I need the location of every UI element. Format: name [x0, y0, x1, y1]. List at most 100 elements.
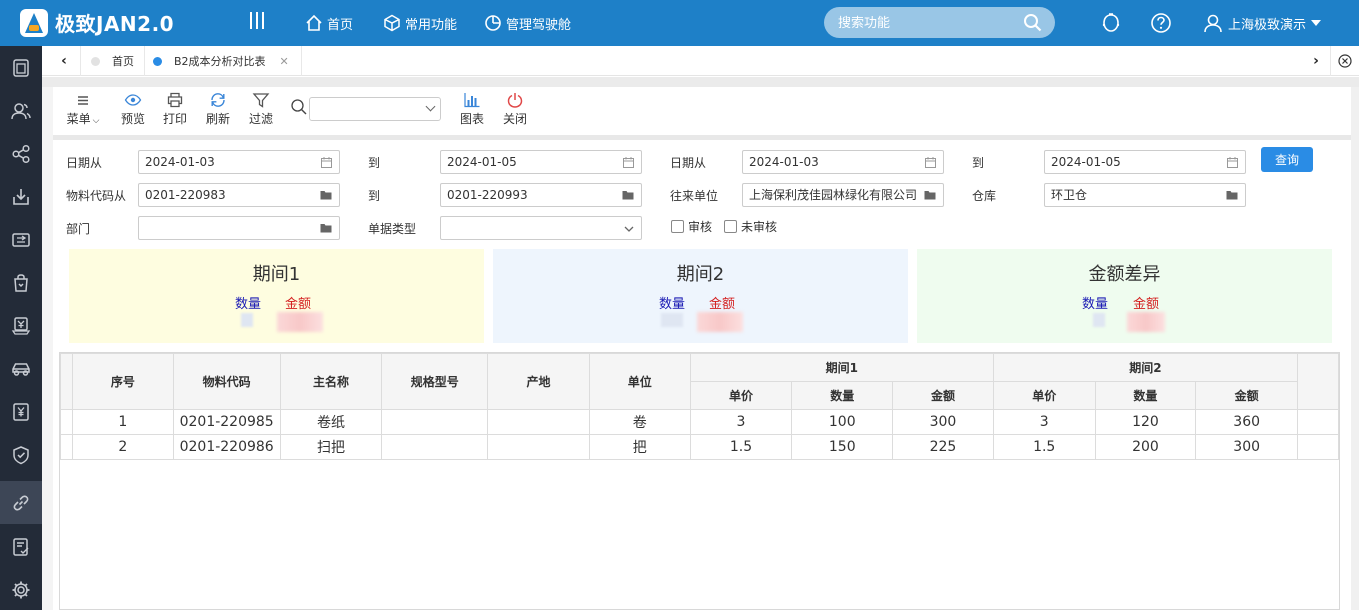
- search-box: [824, 7, 1055, 38]
- summary-card-period2: 期间2 数量 金额: [493, 249, 908, 343]
- tab-scroll-right-icon[interactable]: ›: [1300, 46, 1332, 76]
- unaudited-checkbox[interactable]: 未审核: [724, 218, 777, 235]
- bell-icon[interactable]: [1100, 12, 1122, 34]
- card-amount-label: 金额: [709, 297, 736, 312]
- sidebar: [0, 46, 42, 610]
- sidebar-item-security[interactable]: [0, 433, 42, 476]
- cell-code: 0201-220985: [172, 409, 281, 435]
- preview-button[interactable]: 预览: [115, 92, 151, 130]
- sidebar-item-settings[interactable]: [0, 568, 42, 610]
- app-logo[interactable]: 极致JAN2.0: [20, 8, 174, 37]
- summary-card-period1: 期间1 数量 金额: [69, 249, 484, 343]
- eye-icon: [124, 94, 142, 106]
- date-to-field-1[interactable]: 2024-01-05: [440, 150, 642, 174]
- tab-home[interactable]: 首页: [80, 46, 145, 76]
- table-row[interactable]: 2 0201-220986 扫把 把 1.5 150 225 1.5 200 3…: [60, 434, 1339, 460]
- close-tab-icon[interactable]: ✕: [280, 55, 289, 68]
- col-header-p1-amount[interactable]: 金额: [892, 381, 994, 410]
- sidebar-item-approval[interactable]: [0, 525, 42, 568]
- material-to-label: 到: [368, 189, 381, 203]
- col-header-p1-qty[interactable]: 数量: [791, 381, 894, 410]
- card-title: 期间2: [676, 264, 725, 285]
- material-to-field[interactable]: 0201-220993: [440, 183, 642, 207]
- date-to-field-2[interactable]: 2024-01-05: [1044, 150, 1246, 174]
- sidebar-item-purchase[interactable]: [0, 261, 42, 304]
- col-group-period2: 期间2: [992, 353, 1299, 382]
- row-handle-header: [60, 353, 73, 410]
- cell-p1-amount: 300: [892, 409, 994, 435]
- sidebar-item-share[interactable]: [0, 132, 42, 175]
- filter-button[interactable]: 过滤: [243, 92, 279, 130]
- sidebar-item-inbound[interactable]: [0, 175, 42, 218]
- query-button[interactable]: 查询: [1261, 147, 1313, 172]
- sidebar-item-accounting[interactable]: [0, 390, 42, 433]
- user-menu[interactable]: 上海极致演示: [1203, 13, 1322, 33]
- nav-common-functions[interactable]: 常用功能: [383, 13, 457, 33]
- card-qty-value-redacted: [1093, 313, 1105, 327]
- col-header-p2-price[interactable]: 单价: [992, 381, 1096, 410]
- close-button[interactable]: 关闭: [497, 92, 533, 130]
- folder-icon[interactable]: [924, 190, 936, 200]
- sidebar-item-users[interactable]: [0, 89, 42, 132]
- sidebar-item-vehicle[interactable]: [0, 347, 42, 390]
- col-header-code[interactable]: 物料代码: [172, 353, 281, 410]
- scrollbar-vertical[interactable]: [1351, 87, 1359, 610]
- col-header-name[interactable]: 主名称: [279, 353, 383, 410]
- tab-cost-analysis-label: B2成本分析对比表: [174, 55, 266, 68]
- date-from-value-2: 2024-01-03: [749, 155, 819, 169]
- sidebar-item-link[interactable]: [0, 481, 42, 524]
- col-header-p2-amount[interactable]: 金额: [1195, 381, 1299, 410]
- print-button[interactable]: 打印: [157, 92, 193, 130]
- table-row[interactable]: 1 0201-220985 卷纸 卷 3 100 300 3 120 360: [60, 409, 1339, 435]
- folder-icon[interactable]: [1226, 190, 1238, 200]
- help-icon[interactable]: [1150, 12, 1172, 34]
- tab-scroll-left-icon[interactable]: ‹: [48, 46, 80, 76]
- bar-chart-icon: [464, 93, 480, 108]
- warehouse-field[interactable]: 环卫仓: [1044, 183, 1246, 207]
- dept-field[interactable]: [138, 216, 340, 240]
- print-label: 打印: [162, 112, 187, 126]
- refresh-button[interactable]: 刷新: [200, 92, 236, 130]
- material-to-value: 0201-220993: [447, 188, 528, 202]
- search-icon[interactable]: [1023, 13, 1042, 32]
- tab-cost-analysis[interactable]: B2成本分析对比表 ✕: [143, 46, 302, 76]
- col-header-spec[interactable]: 规格型号: [381, 353, 489, 410]
- col-header-seq[interactable]: 序号: [71, 353, 174, 410]
- audited-checkbox[interactable]: 审核: [671, 218, 712, 235]
- folder-icon[interactable]: [622, 190, 634, 200]
- quick-search-select[interactable]: [309, 97, 441, 121]
- date-from-field-1[interactable]: 2024-01-03: [138, 150, 340, 174]
- toolbar: 菜单 ⌵ 预览 打印 刷新 过滤 图表 关闭: [53, 87, 1351, 135]
- cell-code: 0201-220986: [172, 434, 281, 460]
- col-header-more: [1297, 353, 1339, 410]
- nav-cockpit[interactable]: 管理驾驶舱: [484, 13, 571, 33]
- col-header-p1-price[interactable]: 单价: [689, 381, 793, 410]
- menu-toggle-icon[interactable]: [250, 12, 264, 32]
- nav-home[interactable]: 首页: [305, 13, 353, 33]
- sidebar-item-documents[interactable]: [0, 46, 42, 89]
- col-header-p2-qty[interactable]: 数量: [1094, 381, 1197, 410]
- search-icon[interactable]: [290, 98, 308, 116]
- card-amount-value-redacted: [1127, 312, 1165, 332]
- search-input[interactable]: [838, 14, 1008, 31]
- chart-button[interactable]: 图表: [454, 92, 490, 130]
- col-header-origin[interactable]: 产地: [487, 353, 590, 410]
- col-header-unit[interactable]: 单位: [588, 353, 691, 410]
- checkbox-box[interactable]: [671, 220, 684, 233]
- partner-field[interactable]: 上海保利茂佳园林绿化有限公司: [742, 183, 944, 207]
- date-from-field-2[interactable]: 2024-01-03: [742, 150, 944, 174]
- cell-p2-amount: 360: [1195, 409, 1299, 435]
- sidebar-item-finance[interactable]: [0, 304, 42, 347]
- sidebar-item-transfer[interactable]: [0, 218, 42, 261]
- checkbox-box[interactable]: [724, 220, 737, 233]
- material-from-field[interactable]: 0201-220983: [138, 183, 340, 207]
- calendar-icon: [623, 157, 634, 168]
- warehouse-value: 环卫仓: [1051, 188, 1088, 202]
- folder-icon[interactable]: [320, 223, 332, 233]
- doc-type-select[interactable]: [440, 216, 642, 240]
- material-from-label: 物料代码从: [66, 189, 127, 203]
- menu-button[interactable]: 菜单 ⌵: [64, 92, 102, 130]
- close-all-tabs-icon[interactable]: [1330, 46, 1359, 76]
- date-to-value-1: 2024-01-05: [447, 155, 517, 169]
- folder-icon[interactable]: [320, 190, 332, 200]
